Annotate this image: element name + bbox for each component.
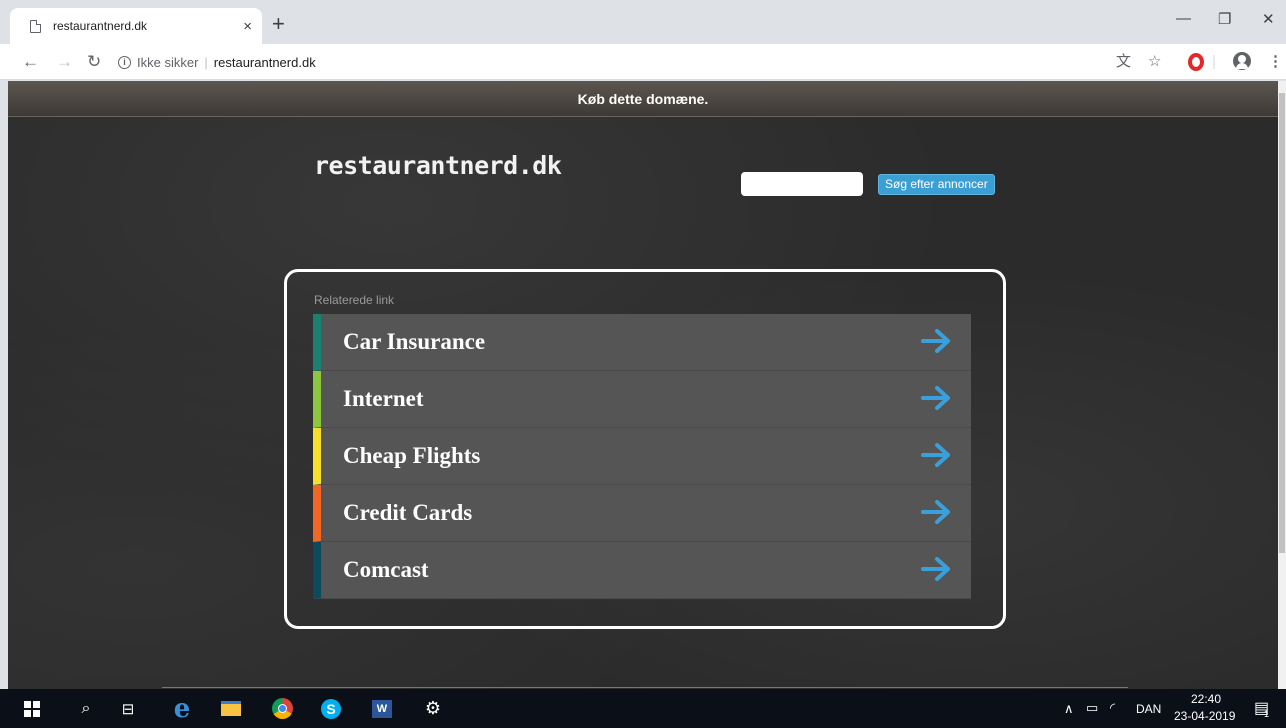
related-link-label: Car Insurance bbox=[343, 329, 486, 354]
bookmark-star-icon[interactable]: ☆ bbox=[1148, 53, 1161, 71]
page-scrollbar[interactable] bbox=[1278, 81, 1286, 689]
edge-icon[interactable]: e bbox=[168, 689, 196, 728]
file-explorer-icon[interactable] bbox=[220, 689, 242, 728]
search-input[interactable] bbox=[741, 172, 863, 196]
restore-button[interactable]: ❐ bbox=[1218, 10, 1231, 28]
related-link[interactable]: Comcast bbox=[313, 542, 971, 599]
language-indicator[interactable]: DAN bbox=[1136, 702, 1161, 716]
opera-extension-icon[interactable] bbox=[1188, 53, 1204, 71]
separator: | bbox=[204, 54, 208, 70]
chrome-icon[interactable] bbox=[270, 689, 294, 728]
related-link[interactable]: Credit Cards bbox=[313, 485, 971, 542]
reload-button[interactable]: ↻ bbox=[87, 52, 101, 72]
translate-icon[interactable]: ⽂ bbox=[1116, 53, 1131, 71]
related-links-list: Car Insurance Internet Cheap Flights Cre… bbox=[313, 314, 971, 599]
minimize-button[interactable]: — bbox=[1176, 10, 1191, 27]
browser-tab[interactable]: restaurantnerd.dk × bbox=[10, 8, 262, 44]
scrollbar-thumb[interactable] bbox=[1279, 93, 1285, 553]
tab-strip: restaurantnerd.dk × + — ❐ ✕ bbox=[0, 0, 1286, 44]
page-icon bbox=[30, 19, 41, 33]
related-links-heading: Relaterede link bbox=[314, 293, 395, 307]
related-link-label: Internet bbox=[343, 386, 424, 411]
arrow-right-icon bbox=[921, 555, 961, 585]
notification-count: 1 bbox=[1264, 709, 1270, 719]
battery-icon[interactable]: ▭ bbox=[1086, 700, 1098, 716]
related-link-label: Credit Cards bbox=[343, 500, 473, 525]
close-window-button[interactable]: ✕ bbox=[1262, 10, 1275, 28]
tab-title: restaurantnerd.dk bbox=[53, 19, 148, 33]
url-text: restaurantnerd.dk bbox=[213, 54, 316, 70]
search-icon[interactable]: ⌕ bbox=[76, 689, 96, 728]
windows-start-icon[interactable] bbox=[22, 689, 42, 728]
wifi-icon[interactable]: ◜ bbox=[1110, 700, 1115, 716]
new-tab-button[interactable]: + bbox=[272, 11, 285, 37]
footer-divider bbox=[162, 687, 1128, 688]
info-icon[interactable]: i bbox=[118, 55, 131, 69]
settings-gear-icon[interactable]: ⚙ bbox=[422, 689, 444, 728]
browser-toolbar: ← → ↻ i Ikke sikker | restaurantnerd.dk … bbox=[0, 44, 1286, 80]
back-button[interactable]: ← bbox=[22, 52, 39, 72]
related-link-label: Comcast bbox=[343, 557, 429, 582]
clock-date[interactable]: 23-04-2019 bbox=[1174, 709, 1235, 723]
menu-icon[interactable]: ⋮ bbox=[1268, 53, 1283, 71]
arrow-right-icon bbox=[921, 498, 961, 528]
arrow-right-icon bbox=[921, 384, 961, 414]
task-view-icon[interactable]: ⊟ bbox=[118, 689, 138, 728]
tab-close-button[interactable]: × bbox=[243, 18, 252, 35]
site-title: restaurantnerd.dk bbox=[314, 151, 562, 180]
related-link[interactable]: Cheap Flights bbox=[313, 428, 971, 485]
related-link[interactable]: Internet bbox=[313, 371, 971, 428]
skype-icon[interactable]: S bbox=[318, 689, 344, 728]
forward-button[interactable]: → bbox=[56, 52, 73, 72]
related-link[interactable]: Car Insurance bbox=[313, 314, 971, 371]
windows-taskbar: ⌕ ⊟ e S W ⚙ ∧ ▭ ◜ DAN 22:40 23-04-2019 ▤… bbox=[0, 689, 1286, 728]
address-bar[interactable]: i Ikke sikker | restaurantnerd.dk bbox=[118, 49, 1198, 75]
arrow-right-icon bbox=[921, 327, 961, 357]
toolbar-divider: | bbox=[1212, 53, 1216, 70]
related-link-label: Cheap Flights bbox=[343, 443, 481, 468]
buy-domain-banner[interactable]: Køb dette domæne. bbox=[8, 81, 1278, 117]
profile-icon[interactable] bbox=[1233, 52, 1251, 70]
security-status: Ikke sikker bbox=[137, 54, 199, 70]
page-viewport: Køb dette domæne. restaurantnerd.dk Søg … bbox=[8, 81, 1278, 689]
word-icon[interactable]: W bbox=[370, 689, 394, 728]
arrow-right-icon bbox=[921, 441, 961, 471]
tray-expand-icon[interactable]: ∧ bbox=[1064, 701, 1074, 717]
clock-time[interactable]: 22:40 bbox=[1191, 692, 1221, 706]
search-ads-button[interactable]: Søg efter annoncer bbox=[878, 174, 995, 195]
related-links-box: Relaterede link Car Insurance Internet C… bbox=[284, 269, 1006, 629]
